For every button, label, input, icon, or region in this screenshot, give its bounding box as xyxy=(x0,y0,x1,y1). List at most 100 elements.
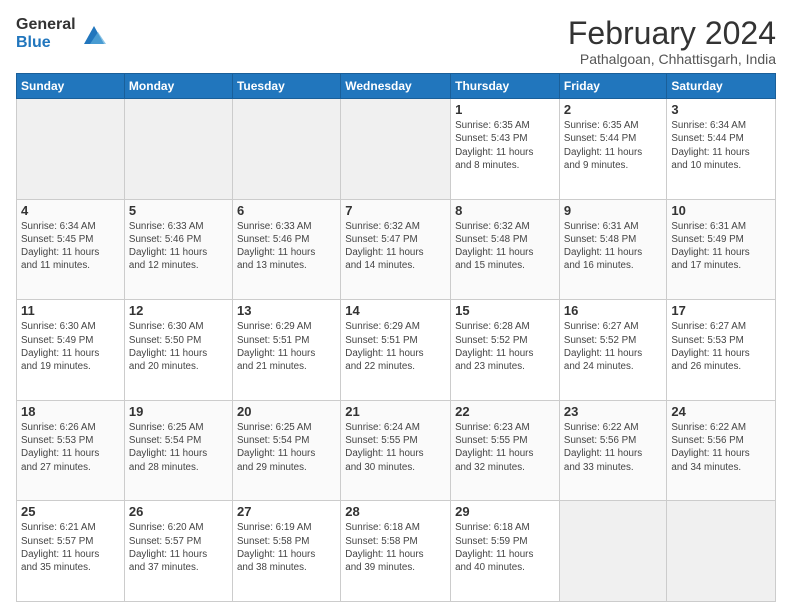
table-row: 5 Sunrise: 6:33 AM Sunset: 5:46 PM Daylig… xyxy=(124,199,232,300)
col-monday: Monday xyxy=(124,74,232,99)
table-row: 27 Sunrise: 6:19 AM Sunset: 5:58 PM Dayli… xyxy=(232,501,340,602)
day-info: Sunrise: 6:35 AM Sunset: 5:44 PM Dayligh… xyxy=(564,119,662,172)
table-row: 9 Sunrise: 6:31 AM Sunset: 5:48 PM Daylig… xyxy=(559,199,666,300)
table-row: 20 Sunrise: 6:25 AM Sunset: 5:54 PM Dayli… xyxy=(232,400,340,501)
table-row xyxy=(341,99,451,200)
day-info: Sunrise: 6:30 AM Sunset: 5:49 PM Dayligh… xyxy=(21,320,120,373)
calendar-week-row: 18 Sunrise: 6:26 AM Sunset: 5:53 PM Dayli… xyxy=(17,400,776,501)
table-row: 23 Sunrise: 6:22 AM Sunset: 5:56 PM Dayli… xyxy=(559,400,666,501)
table-row: 4Sunrise: 6:34 AM Sunset: 5:45 PM Daylig… xyxy=(17,199,125,300)
day-number: 14 xyxy=(345,303,446,318)
day-info: Sunrise: 6:22 AM Sunset: 5:56 PM Dayligh… xyxy=(564,421,662,474)
day-info: Sunrise: 6:27 AM Sunset: 5:52 PM Dayligh… xyxy=(564,320,662,373)
table-row: 17Sunrise: 6:27 AM Sunset: 5:53 PM Dayli… xyxy=(667,300,776,401)
table-row: 18 Sunrise: 6:26 AM Sunset: 5:53 PM Dayli… xyxy=(17,400,125,501)
day-info: Sunrise: 6:20 AM Sunset: 5:57 PM Dayligh… xyxy=(129,521,228,574)
table-row xyxy=(232,99,340,200)
table-row xyxy=(559,501,666,602)
logo-general: General xyxy=(16,16,76,34)
day-number: 1 xyxy=(455,102,555,117)
day-info: Sunrise: 6:25 AM Sunset: 5:54 PM Dayligh… xyxy=(237,421,336,474)
day-info: Sunrise: 6:28 AM Sunset: 5:52 PM Dayligh… xyxy=(455,320,555,373)
day-number: 8 xyxy=(455,203,555,218)
day-info: Sunrise: 6:34 AM Sunset: 5:44 PM Dayligh… xyxy=(671,119,771,172)
logo-text: General Blue xyxy=(16,16,76,51)
logo-icon xyxy=(80,20,108,48)
table-row: 26 Sunrise: 6:20 AM Sunset: 5:57 PM Dayli… xyxy=(124,501,232,602)
table-row: 25 Sunrise: 6:21 AM Sunset: 5:57 PM Dayli… xyxy=(17,501,125,602)
calendar-week-row: 25 Sunrise: 6:21 AM Sunset: 5:57 PM Dayli… xyxy=(17,501,776,602)
day-number: 24 xyxy=(671,404,771,419)
day-info: Sunrise: 6:32 AM Sunset: 5:47 PM Dayligh… xyxy=(345,220,446,273)
table-row: 8 Sunrise: 6:32 AM Sunset: 5:48 PM Daylig… xyxy=(451,199,560,300)
day-info: Sunrise: 6:18 AM Sunset: 5:58 PM Dayligh… xyxy=(345,521,446,574)
table-row: 21 Sunrise: 6:24 AM Sunset: 5:55 PM Dayli… xyxy=(341,400,451,501)
day-number: 10 xyxy=(671,203,771,218)
day-number: 20 xyxy=(237,404,336,419)
col-wednesday: Wednesday xyxy=(341,74,451,99)
day-number: 9 xyxy=(564,203,662,218)
day-number: 28 xyxy=(345,504,446,519)
table-row: 12 Sunrise: 6:30 AM Sunset: 5:50 PM Dayli… xyxy=(124,300,232,401)
day-number: 6 xyxy=(237,203,336,218)
day-info: Sunrise: 6:27 AM Sunset: 5:53 PM Dayligh… xyxy=(671,320,771,373)
col-tuesday: Tuesday xyxy=(232,74,340,99)
day-number: 29 xyxy=(455,504,555,519)
logo-blue: Blue xyxy=(16,34,76,52)
logo: General Blue xyxy=(16,16,108,51)
subtitle: Pathalgoan, Chhattisgarh, India xyxy=(568,51,776,67)
table-row: 15 Sunrise: 6:28 AM Sunset: 5:52 PM Dayli… xyxy=(451,300,560,401)
day-info: Sunrise: 6:31 AM Sunset: 5:49 PM Dayligh… xyxy=(671,220,771,273)
page: General Blue February 2024 Pathalgoan, C… xyxy=(0,0,792,612)
table-row: 13Sunrise: 6:29 AM Sunset: 5:51 PM Dayli… xyxy=(232,300,340,401)
day-info: Sunrise: 6:33 AM Sunset: 5:46 PM Dayligh… xyxy=(237,220,336,273)
day-info: Sunrise: 6:19 AM Sunset: 5:58 PM Dayligh… xyxy=(237,521,336,574)
table-row: 22 Sunrise: 6:23 AM Sunset: 5:55 PM Dayli… xyxy=(451,400,560,501)
table-row: 1 Sunrise: 6:35 AM Sunset: 5:43 PM Daylig… xyxy=(451,99,560,200)
table-row: 6 Sunrise: 6:33 AM Sunset: 5:46 PM Daylig… xyxy=(232,199,340,300)
title-block: February 2024 Pathalgoan, Chhattisgarh, … xyxy=(568,16,776,67)
table-row xyxy=(17,99,125,200)
col-friday: Friday xyxy=(559,74,666,99)
table-row: 7Sunrise: 6:32 AM Sunset: 5:47 PM Daylig… xyxy=(341,199,451,300)
calendar-table: Sunday Monday Tuesday Wednesday Thursday… xyxy=(16,73,776,602)
table-row: 29Sunrise: 6:18 AM Sunset: 5:59 PM Dayli… xyxy=(451,501,560,602)
day-info: Sunrise: 6:29 AM Sunset: 5:51 PM Dayligh… xyxy=(345,320,446,373)
day-info: Sunrise: 6:26 AM Sunset: 5:53 PM Dayligh… xyxy=(21,421,120,474)
table-row xyxy=(124,99,232,200)
col-thursday: Thursday xyxy=(451,74,560,99)
day-number: 21 xyxy=(345,404,446,419)
table-row: 3Sunrise: 6:34 AM Sunset: 5:44 PM Daylig… xyxy=(667,99,776,200)
header: General Blue February 2024 Pathalgoan, C… xyxy=(16,16,776,67)
day-number: 5 xyxy=(129,203,228,218)
day-info: Sunrise: 6:34 AM Sunset: 5:45 PM Dayligh… xyxy=(21,220,120,273)
table-row: 11 Sunrise: 6:30 AM Sunset: 5:49 PM Dayli… xyxy=(17,300,125,401)
day-info: Sunrise: 6:23 AM Sunset: 5:55 PM Dayligh… xyxy=(455,421,555,474)
table-row: 24Sunrise: 6:22 AM Sunset: 5:56 PM Dayli… xyxy=(667,400,776,501)
calendar-week-row: 4Sunrise: 6:34 AM Sunset: 5:45 PM Daylig… xyxy=(17,199,776,300)
day-info: Sunrise: 6:33 AM Sunset: 5:46 PM Dayligh… xyxy=(129,220,228,273)
day-number: 15 xyxy=(455,303,555,318)
day-info: Sunrise: 6:24 AM Sunset: 5:55 PM Dayligh… xyxy=(345,421,446,474)
day-info: Sunrise: 6:30 AM Sunset: 5:50 PM Dayligh… xyxy=(129,320,228,373)
day-number: 2 xyxy=(564,102,662,117)
day-info: Sunrise: 6:35 AM Sunset: 5:43 PM Dayligh… xyxy=(455,119,555,172)
calendar-header-row: Sunday Monday Tuesday Wednesday Thursday… xyxy=(17,74,776,99)
day-number: 25 xyxy=(21,504,120,519)
day-number: 27 xyxy=(237,504,336,519)
day-number: 11 xyxy=(21,303,120,318)
day-number: 26 xyxy=(129,504,228,519)
day-number: 18 xyxy=(21,404,120,419)
day-info: Sunrise: 6:32 AM Sunset: 5:48 PM Dayligh… xyxy=(455,220,555,273)
table-row: 16Sunrise: 6:27 AM Sunset: 5:52 PM Dayli… xyxy=(559,300,666,401)
calendar-week-row: 11 Sunrise: 6:30 AM Sunset: 5:49 PM Dayli… xyxy=(17,300,776,401)
col-saturday: Saturday xyxy=(667,74,776,99)
day-info: Sunrise: 6:21 AM Sunset: 5:57 PM Dayligh… xyxy=(21,521,120,574)
day-number: 22 xyxy=(455,404,555,419)
table-row: 14 Sunrise: 6:29 AM Sunset: 5:51 PM Dayli… xyxy=(341,300,451,401)
day-info: Sunrise: 6:25 AM Sunset: 5:54 PM Dayligh… xyxy=(129,421,228,474)
day-number: 12 xyxy=(129,303,228,318)
main-title: February 2024 xyxy=(568,16,776,51)
day-number: 23 xyxy=(564,404,662,419)
day-info: Sunrise: 6:31 AM Sunset: 5:48 PM Dayligh… xyxy=(564,220,662,273)
